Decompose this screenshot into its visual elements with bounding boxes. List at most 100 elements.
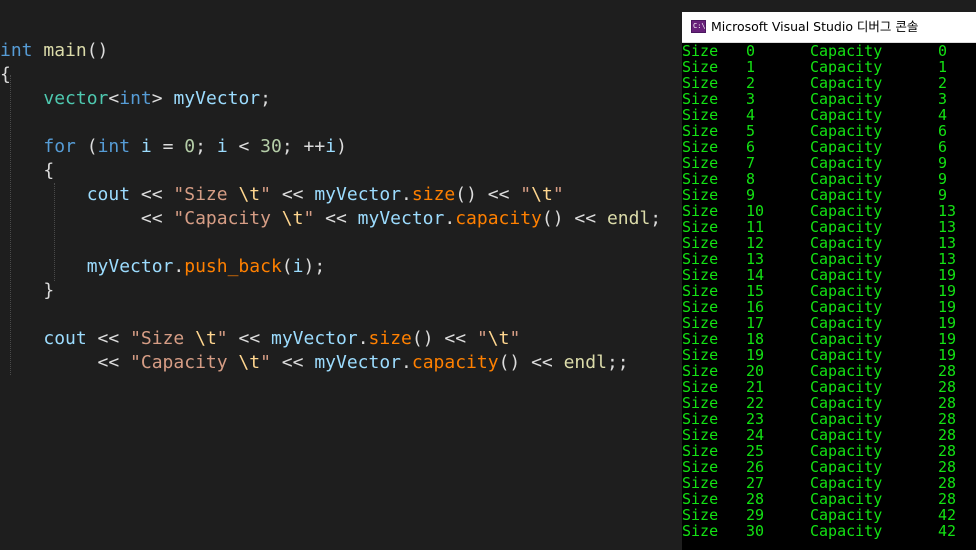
code-token: ; — [195, 136, 217, 157]
console-app-icon: C:\ — [691, 20, 706, 33]
code-token: capacity — [455, 208, 542, 229]
console-size-value: 5 — [746, 122, 756, 140]
code-token: " — [260, 184, 271, 205]
code-token: myVector — [86, 256, 174, 277]
console-size-value: 26 — [746, 458, 765, 476]
code-token: ); — [303, 256, 326, 277]
console-capacity-value: 19 — [938, 282, 957, 300]
console-capacity-label: Capacity — [810, 282, 883, 300]
console-capacity-value: 13 — [938, 234, 957, 252]
console-capacity-value: 9 — [938, 170, 948, 188]
code-token: << — [270, 352, 315, 373]
console-size-label: Size — [682, 186, 719, 204]
code-token: " — [260, 352, 271, 373]
console-title-bar[interactable]: C:\ Microsoft Visual Studio 디버그 콘솔 — [682, 12, 976, 43]
console-size-value: 27 — [746, 474, 765, 492]
console-capacity-label: Capacity — [810, 298, 883, 316]
console-size-label: Size — [682, 266, 719, 284]
console-capacity-label: Capacity — [810, 42, 883, 60]
console-size-label: Size — [682, 202, 719, 220]
console-output-line: Size 4 Capacity 4 — [682, 107, 976, 123]
console-size-value: 14 — [746, 266, 765, 284]
console-capacity-label: Capacity — [810, 170, 883, 188]
debug-console-window[interactable]: C:\ Microsoft Visual Studio 디버그 콘솔 Size 0… — [682, 12, 976, 550]
code-token: main — [43, 40, 87, 61]
code-token: " — [509, 328, 521, 349]
console-capacity-label: Capacity — [810, 202, 883, 220]
console-capacity-label: Capacity — [810, 186, 883, 204]
console-size-value: 3 — [746, 90, 756, 108]
code-token: " — [520, 184, 532, 205]
console-size-label: Size — [682, 250, 719, 268]
code-token: . — [401, 184, 412, 205]
console-capacity-value: 19 — [938, 314, 957, 332]
code-token: . — [357, 328, 369, 349]
code-token: myVector — [314, 184, 402, 205]
console-capacity-label: Capacity — [810, 490, 883, 508]
console-size-value: 7 — [746, 154, 756, 172]
code-token: << — [314, 208, 358, 229]
console-size-label: Size — [682, 410, 719, 428]
console-capacity-value: 28 — [938, 426, 957, 444]
console-output-line: Size 12 Capacity 13 — [682, 235, 976, 251]
console-output-line: Size 8 Capacity 9 — [682, 171, 976, 187]
console-size-value: 6 — [746, 138, 756, 156]
console-capacity-value: 0 — [938, 42, 948, 60]
console-output-line: Size 5 Capacity 6 — [682, 123, 976, 139]
code-token: i — [325, 136, 337, 157]
console-size-value: 12 — [746, 234, 765, 252]
console-output-line: Size 24 Capacity 28 — [682, 427, 976, 443]
console-output-line: Size 13 Capacity 13 — [682, 251, 976, 267]
console-size-value: 21 — [746, 378, 765, 396]
code-token: vector — [43, 88, 109, 109]
console-capacity-value: 42 — [938, 506, 957, 524]
code-line: for (int i = 0; i < 30; ++i) — [0, 135, 347, 159]
console-output-line: Size 15 Capacity 19 — [682, 283, 976, 299]
code-token: \t — [531, 184, 553, 205]
code-token: { — [0, 160, 55, 181]
code-token: int — [97, 136, 131, 157]
console-size-label: Size — [682, 234, 719, 252]
code-token: \t — [281, 208, 304, 229]
console-size-label: Size — [682, 378, 719, 396]
console-size-value: 23 — [746, 410, 765, 428]
console-size-label: Size — [682, 42, 719, 60]
console-capacity-label: Capacity — [810, 90, 883, 108]
console-capacity-label: Capacity — [810, 458, 883, 476]
code-token: << — [0, 352, 131, 373]
console-size-label: Size — [682, 218, 719, 236]
code-token: myVector — [271, 328, 358, 349]
code-token: ;; — [606, 352, 629, 373]
code-token: for — [43, 136, 76, 157]
code-token: myVector — [173, 88, 261, 109]
code-token: "Capacity — [130, 352, 239, 373]
console-capacity-label: Capacity — [810, 250, 883, 268]
console-output-line: Size 3 Capacity 3 — [682, 91, 976, 107]
code-token: . — [401, 352, 412, 373]
console-output-line: Size 0 Capacity 0 — [682, 43, 976, 59]
console-output-line: Size 14 Capacity 19 — [682, 267, 976, 283]
code-editor[interactable]: int main(){ vector<int> myVector; for (i… — [0, 0, 682, 550]
console-capacity-label: Capacity — [810, 234, 883, 252]
console-size-label: Size — [682, 362, 719, 380]
console-size-value: 11 — [746, 218, 765, 236]
code-token: ( — [75, 136, 98, 157]
console-output-line: Size 17 Capacity 19 — [682, 315, 976, 331]
code-token: cout — [43, 328, 87, 349]
console-size-value: 18 — [746, 330, 765, 348]
console-capacity-label: Capacity — [810, 346, 883, 364]
console-size-value: 15 — [746, 282, 765, 300]
console-output-line: Size 23 Capacity 28 — [682, 411, 976, 427]
console-size-label: Size — [682, 90, 719, 108]
code-token: " — [216, 328, 228, 349]
console-size-value: 20 — [746, 362, 765, 380]
code-token: () << — [541, 208, 607, 229]
code-token: 30 — [260, 136, 282, 157]
code-token: capacity — [411, 352, 499, 373]
console-size-value: 1 — [746, 58, 756, 76]
console-capacity-value: 13 — [938, 250, 957, 268]
code-token: . — [173, 256, 185, 277]
